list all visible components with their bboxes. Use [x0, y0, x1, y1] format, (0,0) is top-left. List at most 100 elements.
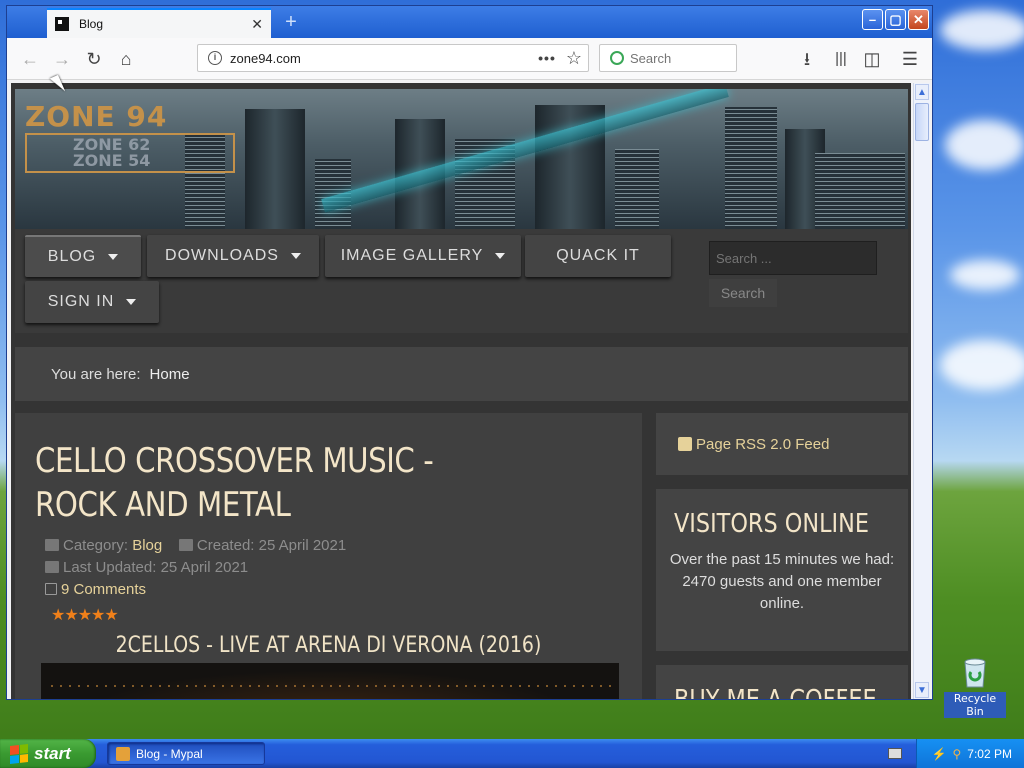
comments-link[interactable]: 9 Comments [61, 581, 146, 598]
site-banner: ZONE 94 ZONE 62 ZONE 54 [15, 89, 908, 229]
url-bar[interactable]: i zone94.com ••• ☆ [197, 44, 589, 72]
site-logo[interactable]: ZONE 94 ZONE 62 ZONE 54 [25, 103, 235, 173]
menu-label: QUACK IT [556, 247, 640, 264]
new-tab-button[interactable]: + [279, 10, 303, 34]
cloud [945, 120, 1024, 170]
sidebar-toggle-icon[interactable]: ◫ [859, 46, 885, 72]
taskbar-item-browser[interactable]: Blog - Mypal [107, 742, 265, 765]
scroll-thumb[interactable] [915, 103, 929, 141]
forward-icon[interactable]: → [49, 46, 75, 72]
menu-item-downloads[interactable]: DOWNLOADS [147, 235, 319, 277]
back-icon[interactable]: ← [17, 46, 43, 72]
tab-title: Blog [79, 17, 104, 31]
menu-hamburger-icon[interactable]: ☰ [897, 46, 923, 72]
chevron-down-icon [126, 299, 137, 305]
building [245, 109, 305, 229]
site-search-button[interactable]: Search [709, 279, 777, 307]
logo-frame: ZONE 62 ZONE 54 [25, 133, 235, 173]
scroll-up-icon[interactable]: ▲ [915, 84, 929, 100]
created-date: Created: 25 April 2021 [196, 537, 347, 554]
start-label: start [34, 743, 71, 763]
url-text[interactable]: zone94.com [230, 51, 538, 66]
visitors-text-2: 2470 guests and one member online. [682, 573, 882, 612]
menu-label: DOWNLOADS [165, 247, 279, 264]
coffee-title: BUY ME A COFFEE [674, 685, 877, 699]
menu-item-quack-it[interactable]: QUACK IT [525, 235, 671, 277]
rss-icon [678, 437, 692, 451]
coffee-module: BUY ME A COFFEE [656, 665, 908, 699]
rss-link[interactable]: Page RSS 2.0 Feed [696, 436, 829, 453]
article: CELLO CROSSOVER MUSIC - ROCK AND METAL C… [15, 413, 642, 699]
recycle-bin-desktop-icon[interactable]: Recycle Bin [944, 656, 1006, 720]
page-actions-icon[interactable]: ••• [538, 50, 556, 66]
logo-line-3: ZONE 54 [73, 151, 151, 170]
tab-blog[interactable]: Blog ✕ [47, 8, 271, 38]
monorail-graphic [321, 89, 729, 213]
start-button[interactable]: start [0, 739, 96, 768]
close-tab-icon[interactable]: ✕ [251, 16, 263, 33]
keyboard-icon[interactable] [888, 748, 902, 759]
windows-logo-icon [10, 743, 28, 764]
library-icon[interactable]: ||| [828, 46, 854, 72]
menu-item-image-gallery[interactable]: IMAGE GALLERY [325, 235, 521, 277]
building [725, 107, 777, 229]
bookmark-star-icon[interactable]: ☆ [566, 48, 582, 69]
category-label: Category: [63, 537, 129, 554]
chevron-down-icon [495, 253, 506, 259]
site-search-input[interactable] [709, 241, 877, 275]
page-content: ZONE 94 ZONE 62 ZONE 54 BLOG DOWNLOADS I… [11, 83, 911, 699]
article-title[interactable]: CELLO CROSSOVER MUSIC - ROCK AND METAL [35, 439, 517, 527]
cloud [950, 260, 1020, 290]
rating-stars[interactable]: ★★★★★ [51, 605, 119, 625]
menu-item-sign-in[interactable]: SIGN IN [25, 281, 159, 323]
maximize-button[interactable]: ▢ [885, 9, 906, 30]
downloads-icon[interactable]: ⭳ [794, 46, 820, 72]
chevron-down-icon [108, 254, 119, 260]
home-icon[interactable]: ⌂ [113, 46, 139, 72]
browser-search-input[interactable] [630, 50, 726, 66]
reload-icon[interactable]: ↻ [81, 46, 107, 72]
article-subtitle: 2CELLOS - LIVE AT ARENA DI VERONA (2016) [115, 633, 542, 658]
visitors-text: Over the past 15 minutes we had: 2470 gu… [666, 549, 898, 615]
menu-label: IMAGE GALLERY [340, 247, 484, 264]
article-meta-category: Category: Blog Created: 25 April 2021 [45, 537, 346, 554]
system-tray: ⚡ ⚲ 7:02 PM [916, 739, 1024, 768]
recycle-bin-label: Recycle Bin [944, 692, 1006, 718]
minimize-button[interactable]: – [862, 9, 883, 30]
search-icon[interactable]: ⚲ [953, 747, 962, 761]
browser-window: Blog ✕ + – ▢ ✕ ← → ↻ ⌂ i zone94.com ••• … [6, 5, 933, 700]
recycle-bin-icon [962, 656, 988, 688]
breadcrumb-home: Home [149, 365, 190, 383]
updated-date: Last Updated: 25 April 2021 [63, 559, 249, 576]
comment-icon [45, 583, 57, 595]
video-player[interactable] [41, 663, 619, 699]
tab-bar: Blog ✕ + – ▢ ✕ [7, 6, 932, 38]
visitors-text-1: Over the past 15 minutes we had: [669, 551, 895, 568]
browser-app-icon [116, 746, 130, 761]
cloud [940, 10, 1024, 50]
video-frame-lights [51, 685, 611, 687]
main-menu: BLOG DOWNLOADS IMAGE GALLERY QUACK IT SI… [15, 229, 908, 333]
calendar-icon [45, 561, 59, 573]
scroll-down-icon[interactable]: ▼ [915, 682, 929, 698]
breadcrumb: You are here: Home [15, 347, 908, 401]
favicon-icon [55, 17, 69, 31]
search-engine-icon[interactable] [610, 51, 624, 65]
browser-search-box[interactable] [599, 44, 737, 72]
logo-line-1: ZONE 94 [25, 100, 168, 133]
network-icon[interactable]: ⚡ [932, 747, 947, 761]
clock[interactable]: 7:02 PM [967, 747, 1012, 761]
menu-label: SIGN IN [47, 293, 115, 310]
menu-item-blog[interactable]: BLOG [25, 235, 141, 277]
site-info-icon[interactable]: i [208, 51, 222, 65]
building [615, 149, 659, 229]
close-window-button[interactable]: ✕ [908, 9, 929, 30]
visitors-module: VISITORS ONLINE Over the past 15 minutes… [656, 489, 908, 651]
category-link[interactable]: Blog [132, 537, 162, 554]
calendar-icon [178, 539, 193, 551]
taskbar-item-label: Blog - Mypal [136, 746, 203, 761]
building [815, 153, 905, 229]
cloud [940, 340, 1024, 390]
article-meta-updated: Last Updated: 25 April 2021 [45, 559, 248, 576]
vertical-scrollbar[interactable]: ▲ ▼ [913, 83, 930, 699]
